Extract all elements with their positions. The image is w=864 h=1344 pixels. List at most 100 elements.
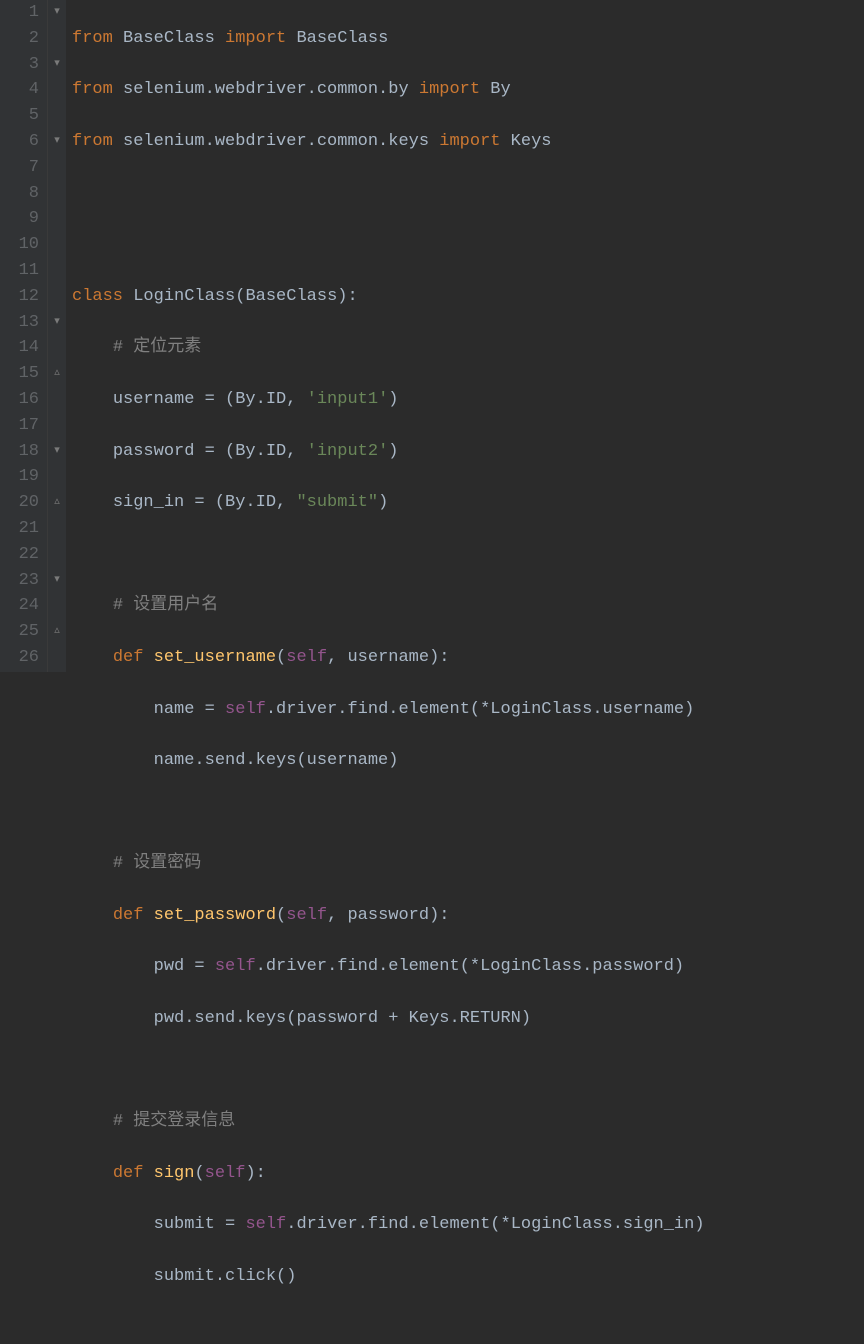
import-names: BaseClass xyxy=(286,29,388,48)
line-number: 2 xyxy=(0,26,39,52)
fold-spacer xyxy=(48,413,66,439)
fold-toggle-icon[interactable]: ▾ xyxy=(48,0,66,26)
code-line[interactable]: from BaseClass import BaseClass xyxy=(72,26,864,52)
class-name: LoginClass xyxy=(133,287,235,306)
code-line[interactable]: username = (By.ID, 'input1') xyxy=(72,387,864,413)
code-line[interactable]: # 提交登录信息 xyxy=(72,1109,864,1135)
code-text: pwd.send.keys(password + Keys.RETURN) xyxy=(154,1009,531,1028)
line-number: 7 xyxy=(0,155,39,181)
self-ref: self xyxy=(215,957,256,976)
fold-toggle-icon[interactable]: ▾ xyxy=(48,129,66,155)
line-number: 24 xyxy=(0,593,39,619)
fold-spacer xyxy=(48,206,66,232)
keyword-import: import xyxy=(439,132,500,151)
code-line[interactable]: pwd = self.driver.find.element(*LoginCla… xyxy=(72,954,864,980)
self-ref: self xyxy=(225,700,266,719)
keyword-import: import xyxy=(225,29,286,48)
code-line[interactable]: def set_username(self, username): xyxy=(72,645,864,671)
code-text: .driver.find.element(*LoginClass.passwor… xyxy=(256,957,684,976)
line-number: 25 xyxy=(0,619,39,645)
line-number: 8 xyxy=(0,181,39,207)
code-line[interactable]: sign_in = (By.ID, "submit") xyxy=(72,490,864,516)
code-line[interactable]: password = (By.ID, 'input2') xyxy=(72,439,864,465)
code-line[interactable]: name = self.driver.find.element(*LoginCl… xyxy=(72,697,864,723)
fold-toggle-icon[interactable]: ▵ xyxy=(48,490,66,516)
code-line[interactable]: submit = self.driver.find.element(*Login… xyxy=(72,1212,864,1238)
comment: # 设置密码 xyxy=(113,854,201,873)
line-number: 3 xyxy=(0,52,39,78)
code-line[interactable]: # 定位元素 xyxy=(72,335,864,361)
code-line[interactable] xyxy=(72,181,864,207)
string-literal: 'input1' xyxy=(307,390,389,409)
code-text: name = xyxy=(154,700,225,719)
fold-toggle-icon[interactable]: ▵ xyxy=(48,619,66,645)
fold-toggle-icon[interactable]: ▾ xyxy=(48,52,66,78)
code-line[interactable] xyxy=(72,1316,864,1342)
code-line[interactable]: name.send.keys(username) xyxy=(72,748,864,774)
self-param: self xyxy=(286,906,327,925)
line-number: 22 xyxy=(0,542,39,568)
import-names: By xyxy=(480,80,511,99)
assignment: username = (By.ID, xyxy=(113,390,307,409)
fold-spacer xyxy=(48,284,66,310)
code-line[interactable]: from selenium.webdriver.common.keys impo… xyxy=(72,129,864,155)
line-number: 9 xyxy=(0,206,39,232)
class-bases: (BaseClass): xyxy=(235,287,357,306)
keyword-def: def xyxy=(113,906,154,925)
assignment: password = (By.ID, xyxy=(113,442,307,461)
code-line[interactable]: # 设置用户名 xyxy=(72,593,864,619)
code-text: .driver.find.element(*LoginClass.sign_in… xyxy=(286,1215,704,1234)
comment: # 定位元素 xyxy=(113,338,201,357)
self-param: self xyxy=(205,1164,246,1183)
code-text: submit.click() xyxy=(154,1267,297,1286)
fold-gutter: ▾ ▾ ▾ ▾ ▵ ▾ ▵ ▾ ▵ xyxy=(48,0,66,672)
params-rest: , username): xyxy=(327,648,449,667)
function-name: set_username xyxy=(154,648,276,667)
fold-spacer xyxy=(48,645,66,671)
close-paren: ) xyxy=(388,390,398,409)
code-line[interactable] xyxy=(72,542,864,568)
close-paren: ) xyxy=(388,442,398,461)
keyword-import: import xyxy=(419,80,480,99)
fold-spacer xyxy=(48,232,66,258)
code-line[interactable] xyxy=(72,232,864,258)
line-number: 16 xyxy=(0,387,39,413)
params-rest: , password): xyxy=(327,906,449,925)
function-name: sign xyxy=(154,1164,195,1183)
close-paren: ) xyxy=(378,493,388,512)
assignment: sign_in = (By.ID, xyxy=(113,493,297,512)
line-number: 17 xyxy=(0,413,39,439)
code-line[interactable] xyxy=(72,1058,864,1084)
code-line[interactable]: def set_password(self, password): xyxy=(72,903,864,929)
fold-spacer xyxy=(48,103,66,129)
code-line[interactable] xyxy=(72,800,864,826)
code-line[interactable]: submit.click() xyxy=(72,1264,864,1290)
code-line[interactable]: class LoginClass(BaseClass): xyxy=(72,284,864,310)
self-param: self xyxy=(286,648,327,667)
function-name: set_password xyxy=(154,906,276,925)
line-number-gutter: 1 2 3 4 5 6 7 8 9 10 11 12 13 14 15 16 1… xyxy=(0,0,48,672)
fold-toggle-icon[interactable]: ▾ xyxy=(48,439,66,465)
fold-spacer xyxy=(48,181,66,207)
code-line[interactable]: pwd.send.keys(password + Keys.RETURN) xyxy=(72,1006,864,1032)
line-number: 20 xyxy=(0,490,39,516)
line-number: 23 xyxy=(0,568,39,594)
fold-spacer xyxy=(48,387,66,413)
code-editor[interactable]: from BaseClass import BaseClass from sel… xyxy=(66,0,864,672)
code-text: submit = xyxy=(154,1215,246,1234)
fold-toggle-icon[interactable]: ▾ xyxy=(48,568,66,594)
fold-toggle-icon[interactable]: ▵ xyxy=(48,361,66,387)
fold-spacer xyxy=(48,464,66,490)
line-number: 14 xyxy=(0,335,39,361)
line-number: 1 xyxy=(0,0,39,26)
code-line[interactable]: def sign(self): xyxy=(72,1161,864,1187)
fold-toggle-icon[interactable]: ▾ xyxy=(48,310,66,336)
code-line[interactable]: # 设置密码 xyxy=(72,851,864,877)
line-number: 12 xyxy=(0,284,39,310)
line-number: 21 xyxy=(0,516,39,542)
module-name: selenium.webdriver.common.keys xyxy=(113,132,439,151)
line-number: 6 xyxy=(0,129,39,155)
code-line[interactable]: from selenium.webdriver.common.by import… xyxy=(72,77,864,103)
line-number: 13 xyxy=(0,310,39,336)
fold-spacer xyxy=(48,258,66,284)
